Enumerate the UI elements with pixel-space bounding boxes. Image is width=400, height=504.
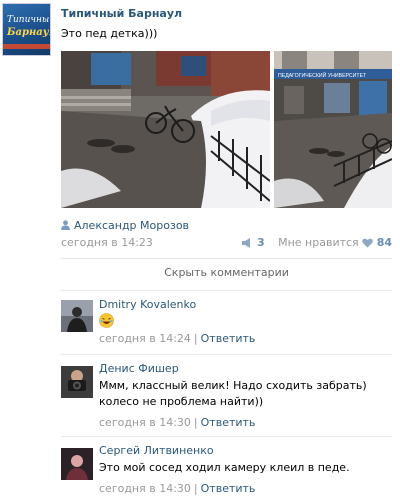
repost-count: 3 [256, 236, 265, 249]
laughing-emoji-icon [99, 313, 114, 328]
like-count: 84 [376, 236, 392, 249]
post-photo-1-image [61, 51, 270, 208]
comment-date[interactable]: сегодня в 14:30 [99, 416, 191, 429]
reply-link[interactable]: Ответить [201, 482, 256, 495]
group-avatar-line1: Типичный [7, 15, 51, 25]
post-photo-2[interactable]: ПЕДАГОГИЧЕСКИЙ УНИВЕРСИТЕТ [274, 51, 392, 208]
commenter-avatar-image [61, 448, 93, 480]
post-actions: 3 Мне нравится 84 [241, 236, 392, 249]
repost-button[interactable]: 3 [241, 236, 268, 249]
commenter-avatar[interactable] [61, 448, 93, 480]
post-text: Это пед детка))) [61, 27, 158, 40]
comment-meta: сегодня в 14:24 | Ответить [99, 332, 255, 345]
meta-separator: | [193, 482, 198, 495]
comment-text [99, 313, 389, 330]
commenter-avatar[interactable] [61, 366, 93, 398]
post-date[interactable]: сегодня в 14:23 [61, 236, 153, 249]
post-author-name: Александр Морозов [74, 219, 190, 232]
comment-date[interactable]: сегодня в 14:24 [99, 332, 191, 345]
university-sign: ПЕДАГОГИЧЕСКИЙ УНИВЕРСИТЕТ [278, 71, 367, 79]
like-label: Мне нравится [278, 236, 359, 249]
comment-date[interactable]: сегодня в 14:30 [99, 482, 191, 495]
group-avatar-stripe [3, 44, 50, 49]
commenter-avatar[interactable] [61, 300, 93, 332]
comment-item: Сергей Литвиненко Это мой сосед ходил ка… [61, 436, 392, 502]
commenter-avatar-image [61, 366, 93, 398]
commenter-name[interactable]: Денис Фишер [99, 362, 179, 375]
post-divider [61, 258, 392, 259]
reply-link[interactable]: Ответить [201, 332, 256, 345]
megaphone-icon [242, 238, 251, 248]
heart-icon [362, 238, 373, 248]
comment-divider [61, 436, 392, 437]
post-photo-1[interactable] [61, 51, 270, 208]
comment-divider [61, 354, 392, 355]
group-avatar-line2: Барнаул [7, 27, 50, 38]
comment-meta: сегодня в 14:30 | Ответить [99, 416, 255, 429]
post-photo-2-image: ПЕДАГОГИЧЕСКИЙ УНИВЕРСИТЕТ [274, 51, 392, 208]
comment-item: Денис Фишер Ммм, классный велик! Надо сх… [61, 354, 392, 432]
comment-text: Ммм, классный велик! Надо сходить забрат… [99, 379, 367, 408]
comment-item: Dmitry Kovalenko сегодня в 14:24 | Ответит… [61, 290, 392, 350]
hide-comments-link[interactable]: Скрыть комментарии [61, 266, 392, 279]
comment-meta: сегодня в 14:30 | Ответить [99, 482, 255, 495]
commenter-avatar-image [61, 300, 93, 332]
person-icon [61, 220, 70, 230]
group-avatar[interactable]: Типичный Барнаул [2, 3, 51, 56]
comment-divider [61, 290, 392, 291]
meta-separator: | [193, 332, 198, 345]
post-author[interactable]: Александр Морозов [61, 219, 189, 232]
comment-text: Это мой сосед ходил камеру клеил в педе. [99, 461, 350, 474]
commenter-name[interactable]: Dmitry Kovalenko [99, 298, 196, 311]
reply-link[interactable]: Ответить [201, 416, 256, 429]
commenter-name[interactable]: Сергей Литвиненко [99, 444, 214, 457]
post-meta: сегодня в 14:23 3 Мне нравится 84 [61, 236, 392, 250]
group-name-link[interactable]: Типичный Барнаул [61, 7, 182, 20]
meta-separator: | [193, 416, 198, 429]
like-button[interactable]: Мне нравится 84 [278, 236, 392, 249]
